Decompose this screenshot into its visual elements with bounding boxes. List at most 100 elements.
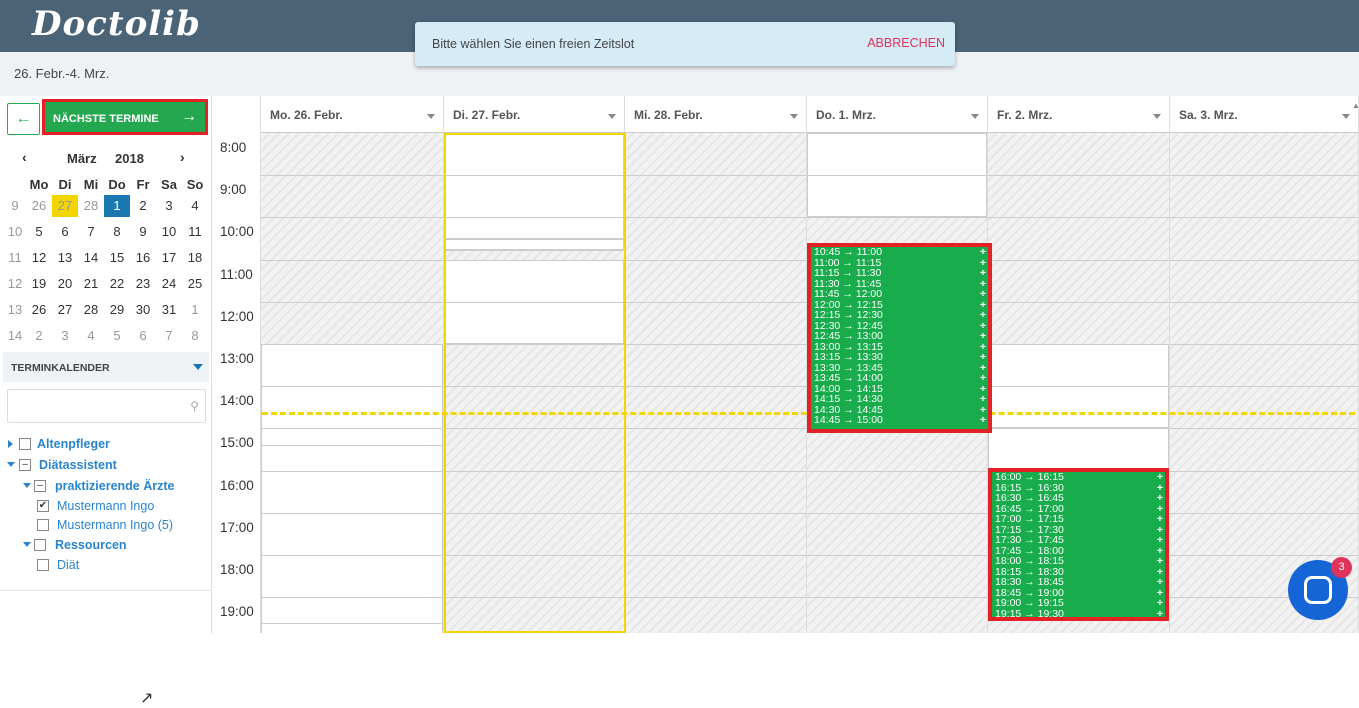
- calendar-day[interactable]: 13: [52, 247, 78, 269]
- calendar-day[interactable]: 10: [156, 221, 182, 243]
- chevron-down-icon[interactable]: [608, 114, 616, 119]
- calendar-day[interactable]: 22: [104, 273, 130, 295]
- chevron-down-icon[interactable]: [971, 114, 979, 119]
- add-icon[interactable]: +: [980, 415, 986, 426]
- calendar-day[interactable]: 17: [156, 247, 182, 269]
- add-icon[interactable]: +: [980, 310, 986, 321]
- day-column[interactable]: [625, 133, 807, 633]
- doctolib-logo[interactable]: Doctolib: [32, 4, 201, 44]
- free-slot[interactable]: 19:15 → 19:30 +: [992, 608, 1165, 617]
- calendar-day[interactable]: 24: [156, 273, 182, 295]
- day-header[interactable]: Fr. 2. Mrz.: [988, 96, 1170, 133]
- calendar-day[interactable]: 26: [26, 195, 52, 217]
- calendar-day[interactable]: 16: [130, 247, 156, 269]
- calendar-day[interactable]: 1: [104, 195, 130, 217]
- checkbox-mustermann-ingo-5[interactable]: [37, 519, 49, 531]
- chevron-down-icon[interactable]: [1153, 114, 1161, 119]
- calendar-day[interactable]: 8: [182, 325, 208, 347]
- tree-item-praktizierende-aerzte[interactable]: praktizierende Ärzte: [55, 479, 174, 493]
- calendar-day[interactable]: 7: [78, 221, 104, 243]
- prev-month-button[interactable]: ‹: [22, 149, 27, 165]
- day-header[interactable]: Di. 27. Febr.: [444, 96, 625, 133]
- calendar-day[interactable]: 5: [104, 325, 130, 347]
- next-appointments-button[interactable]: NÄCHSTE TERMINE →: [42, 99, 208, 135]
- add-icon[interactable]: +: [1157, 556, 1163, 567]
- chevron-down-icon[interactable]: [1342, 114, 1350, 119]
- calendar-day[interactable]: 1: [182, 299, 208, 321]
- day-header[interactable]: Do. 1. Mrz.: [807, 96, 988, 133]
- add-icon[interactable]: +: [980, 352, 986, 363]
- checkbox-diaetassistent[interactable]: –: [19, 459, 31, 471]
- day-header[interactable]: Sa. 3. Mrz.: [1170, 96, 1359, 133]
- scroll-up-icon[interactable]: ▲: [1352, 101, 1359, 110]
- tree-item-altenpfleger[interactable]: Altenpfleger: [37, 437, 110, 451]
- calendar-day[interactable]: 2: [26, 325, 52, 347]
- add-icon[interactable]: +: [1157, 514, 1163, 525]
- checkbox-praktizierende[interactable]: –: [34, 480, 46, 492]
- next-month-button[interactable]: ›: [180, 149, 185, 165]
- free-period[interactable]: [444, 133, 624, 239]
- add-icon[interactable]: +: [980, 394, 986, 405]
- free-slot[interactable]: 14:45 → 15:00 +: [811, 415, 988, 426]
- calendar-day[interactable]: 18: [182, 247, 208, 269]
- calendar-day[interactable]: 4: [78, 325, 104, 347]
- tree-item-mustermann-ingo-5[interactable]: Mustermann Ingo (5): [57, 518, 173, 532]
- day-column[interactable]: [261, 133, 444, 633]
- calendar-day[interactable]: 5: [26, 221, 52, 243]
- calendar-day[interactable]: 27: [52, 299, 78, 321]
- calendar-day[interactable]: 7: [156, 325, 182, 347]
- calendar-day[interactable]: 11: [182, 221, 208, 243]
- add-icon[interactable]: +: [1157, 577, 1163, 588]
- calendar-day[interactable]: 19: [26, 273, 52, 295]
- add-icon[interactable]: +: [1157, 472, 1163, 483]
- calendar-day[interactable]: 12: [26, 247, 52, 269]
- calendar-day[interactable]: 6: [130, 325, 156, 347]
- calendar-day[interactable]: 23: [130, 273, 156, 295]
- day-column[interactable]: [1170, 133, 1359, 633]
- calendar-day[interactable]: 20: [52, 273, 78, 295]
- terminkalender-header[interactable]: TERMINKALENDER: [3, 352, 209, 382]
- calendar-day[interactable]: 26: [26, 299, 52, 321]
- tree-item-mustermann-ingo[interactable]: Mustermann Ingo: [57, 499, 154, 513]
- calendar-day[interactable]: 4: [182, 195, 208, 217]
- checkbox-altenpfleger[interactable]: [19, 438, 31, 450]
- tree-item-ressourcen[interactable]: Ressourcen: [55, 538, 127, 552]
- add-icon[interactable]: +: [980, 247, 986, 258]
- free-period[interactable]: [988, 428, 1169, 471]
- add-icon[interactable]: +: [1157, 608, 1163, 617]
- checkbox-diaet[interactable]: [37, 559, 49, 571]
- add-icon[interactable]: +: [980, 373, 986, 384]
- calendar-day[interactable]: 21: [78, 273, 104, 295]
- add-icon[interactable]: +: [980, 268, 986, 279]
- tree-item-diaetassistent[interactable]: Diätassistent: [39, 458, 117, 472]
- calendar-day[interactable]: 15: [104, 247, 130, 269]
- calendar-day[interactable]: 14: [78, 247, 104, 269]
- add-icon[interactable]: +: [980, 331, 986, 342]
- expand-icon[interactable]: [8, 440, 13, 448]
- calendar-day[interactable]: 25: [182, 273, 208, 295]
- calendar-day[interactable]: 3: [156, 195, 182, 217]
- collapse-icon[interactable]: [23, 542, 31, 547]
- calendar-day[interactable]: 28: [78, 195, 104, 217]
- add-icon[interactable]: +: [1157, 598, 1163, 609]
- day-header[interactable]: Mi. 28. Febr.: [625, 96, 807, 133]
- back-button[interactable]: ←: [7, 103, 40, 135]
- free-period[interactable]: [261, 344, 443, 633]
- calendar-day[interactable]: 28: [78, 299, 104, 321]
- add-icon[interactable]: +: [980, 289, 986, 300]
- calendar-day[interactable]: 8: [104, 221, 130, 243]
- add-icon[interactable]: +: [1157, 535, 1163, 546]
- calendar-day[interactable]: 2: [130, 195, 156, 217]
- checkbox-mustermann-ingo[interactable]: ✔: [37, 500, 49, 512]
- calendar-day[interactable]: 9: [130, 221, 156, 243]
- add-icon[interactable]: +: [1157, 493, 1163, 504]
- cancel-button[interactable]: ABBRECHEN: [867, 36, 945, 50]
- calendar-day[interactable]: 6: [52, 221, 78, 243]
- calendar-day[interactable]: 27: [52, 195, 78, 217]
- calendar-search-input[interactable]: ⚲: [7, 389, 206, 423]
- calendar-day[interactable]: 31: [156, 299, 182, 321]
- chevron-down-icon[interactable]: [427, 114, 435, 119]
- collapse-icon[interactable]: [23, 483, 31, 488]
- tree-item-diaet[interactable]: Diät: [57, 558, 79, 572]
- day-column[interactable]: [444, 133, 625, 633]
